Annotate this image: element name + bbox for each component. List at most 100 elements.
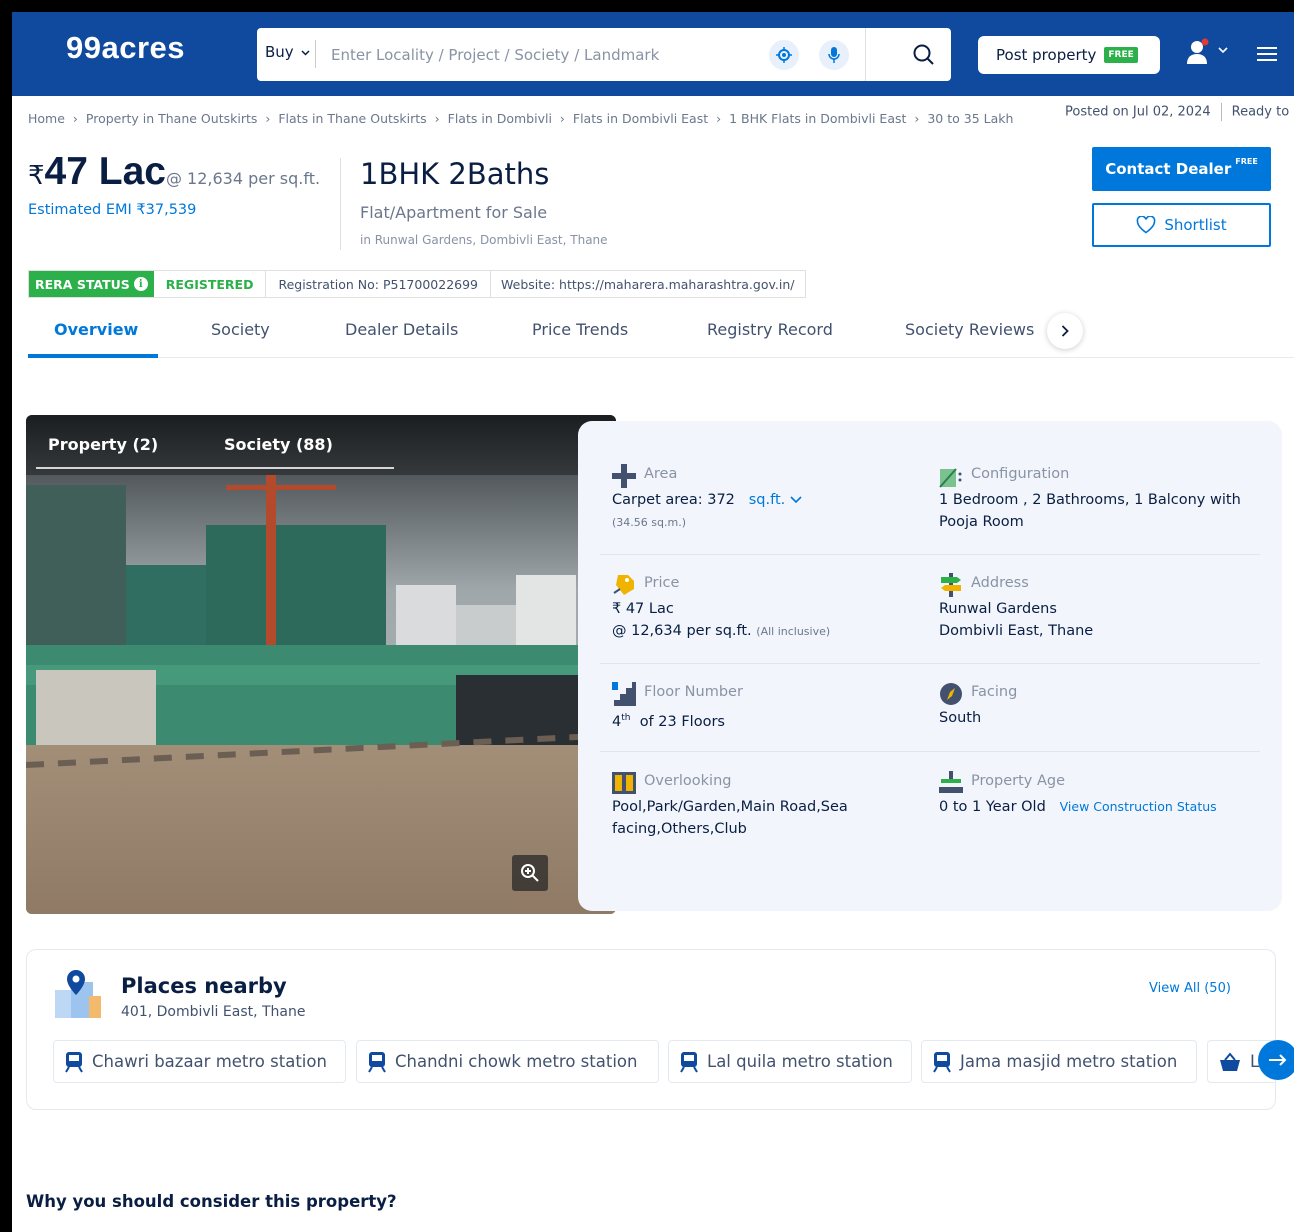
divider [600,554,1260,555]
place-name: Chandni chowk metro station [395,1052,638,1071]
property-photo [26,415,616,914]
price-value: 47 Lac [44,150,166,193]
chevron-down-icon [301,49,310,56]
building-icon [939,771,963,793]
posted-info: Posted on Jul 02, 2024 Ready to m [1065,103,1294,121]
voice-search-button[interactable] [819,40,849,70]
view-all-places-link[interactable]: View All (50) [1149,981,1231,996]
area-icon [612,464,636,488]
contact-dealer-label: Contact Dealer [1105,160,1232,178]
configuration-icon [939,468,962,488]
breadcrumb-item[interactable]: Flats in Thane Outskirts › [278,111,439,126]
metro-icon [65,1051,83,1073]
place-chip[interactable]: Chawri bazaar metro station [53,1040,346,1083]
heart-icon [1136,216,1156,234]
active-tab-indicator [28,354,158,358]
compass-icon [940,683,962,705]
breadcrumb-item[interactable]: Flats in Dombivli › [448,111,565,126]
search-input[interactable] [331,40,761,70]
rera-website[interactable]: Website: https://maharera.maharashtra.go… [491,271,804,297]
detail-value: Runwal Gardens Dombivli East, Thane [939,601,1094,639]
site-logo[interactable]: 99acres [66,30,185,66]
info-icon: i [133,277,148,291]
estimated-emi-link[interactable]: Estimated EMI ₹37,539 [28,202,196,218]
detail-value: 1 Bedroom , 2 Bathrooms, 1 Balcony with P… [939,492,1241,530]
buy-dropdown[interactable]: Buy [265,43,310,61]
detail-label: Property Age [971,773,1066,789]
signpost-icon [941,573,961,597]
microphone-icon [828,47,840,63]
place-name: Chawri bazaar metro station [92,1052,327,1071]
divider [600,663,1260,664]
metro-icon [680,1051,698,1073]
breadcrumb-item[interactable]: Home › [28,111,78,126]
posted-date: Posted on Jul 02, 2024 [1065,104,1211,120]
places-nearby-card: Places nearby 401, Dombivli East, Thane … [26,949,1277,1110]
tab-society-reviews[interactable]: Society Reviews [905,320,1034,339]
detail-label: Overlooking [644,773,732,789]
detail-value: Pool,Park/Garden,Main Road,Sea facing,Oth… [612,799,848,837]
metro-icon [933,1051,951,1073]
price-tag-icon [613,575,634,595]
shortlist-button[interactable]: Shortlist [1092,203,1271,247]
place-chip[interactable]: Jama masjid metro station [921,1040,1197,1083]
photo-tab-property[interactable]: Property (2) [48,435,158,454]
photo-tab-society[interactable]: Society (88) [224,435,333,454]
detail-value: ₹ 47 Lac @ 12,634 per sq.ft. (All inclusi… [612,601,831,639]
window-icon [612,772,636,794]
place-chip[interactable]: Lal quila metro station [668,1040,912,1083]
chevron-right-icon [1061,325,1069,337]
divider [1220,103,1222,121]
property-photo-gallery[interactable]: Property (2) Society (88) [26,415,616,914]
tabs-next-button[interactable] [1047,313,1083,349]
divider [600,751,1260,752]
area-unit-dropdown[interactable]: sq.ft. [749,492,802,508]
property-details-card: Area Carpet area: 372 sq.ft. (34.56 sq.m… [578,421,1282,911]
post-property-button[interactable]: Post property FREE [978,36,1160,74]
rera-bar: RERA STATUS i REGISTERED Registration No… [28,270,806,298]
contact-dealer-button[interactable]: Contact Dealer FREE [1092,147,1271,191]
metro-icon [368,1051,386,1073]
detail-value: Carpet area: 372 sq.ft. (34.56 sq.m.) [612,489,802,534]
photo-tab-underline [36,467,216,469]
search-button[interactable] [907,38,941,72]
detail-label: Floor Number [644,684,743,700]
view-construction-status-link[interactable]: View Construction Status [1060,799,1217,814]
rera-registration-number: Registration No: P51700022699 [266,271,492,297]
listing-location: in Runwal Gardens, Dombivli East, Thane [360,233,608,247]
tab-price-trends[interactable]: Price Trends [532,320,628,339]
place-chip[interactable]: Chandni chowk metro station [356,1040,659,1083]
buy-label: Buy [265,43,294,61]
tab-dealer-details[interactable]: Dealer Details [345,320,458,339]
breadcrumb-item[interactable]: Flats in Dombivli East › [573,111,721,126]
places-nearby-title: Places nearby [121,974,287,998]
detail-label: Area [644,466,678,482]
chevron-down-icon [790,496,802,504]
carpet-area: Carpet area: 372 [612,492,735,508]
zoom-button[interactable] [512,855,548,891]
user-menu[interactable] [1186,38,1228,70]
rera-status-badge[interactable]: RERA STATUS i [29,271,154,297]
breadcrumb: Home › Property in Thane Outskirts › Fla… [28,111,1017,126]
places-next-button[interactable] [1258,1040,1294,1080]
price-per-sqft: @ 12,634 per sq.ft. [165,169,321,188]
hamburger-menu-button[interactable] [1256,46,1278,66]
tab-society[interactable]: Society [211,320,270,339]
divider [340,158,341,250]
tab-overview[interactable]: Overview [54,320,138,339]
rera-registered: REGISTERED [154,271,267,297]
rera-status-label: RERA STATUS [35,276,130,292]
price-block: ₹47 Lac@ 12,634 per sq.ft. [28,150,320,194]
detail-label: Address [971,575,1029,591]
breadcrumb-item[interactable]: 1 BHK Flats in Dombivli East › [729,111,919,126]
photo-tabs: Property (2) Society (88) [26,415,616,475]
locate-icon [776,47,792,63]
tab-registry-record[interactable]: Registry Record [707,320,833,339]
locate-me-button[interactable] [769,40,799,70]
search-bar: Buy [257,28,951,81]
page-frame: 99acres Buy Post property FREE [0,0,1294,1232]
breadcrumb-item: 30 to 35 Lakh [927,111,1014,126]
location-building-icon [55,970,101,1018]
breadcrumb-item[interactable]: Property in Thane Outskirts › [86,111,270,126]
free-badge: FREE [1104,47,1138,63]
